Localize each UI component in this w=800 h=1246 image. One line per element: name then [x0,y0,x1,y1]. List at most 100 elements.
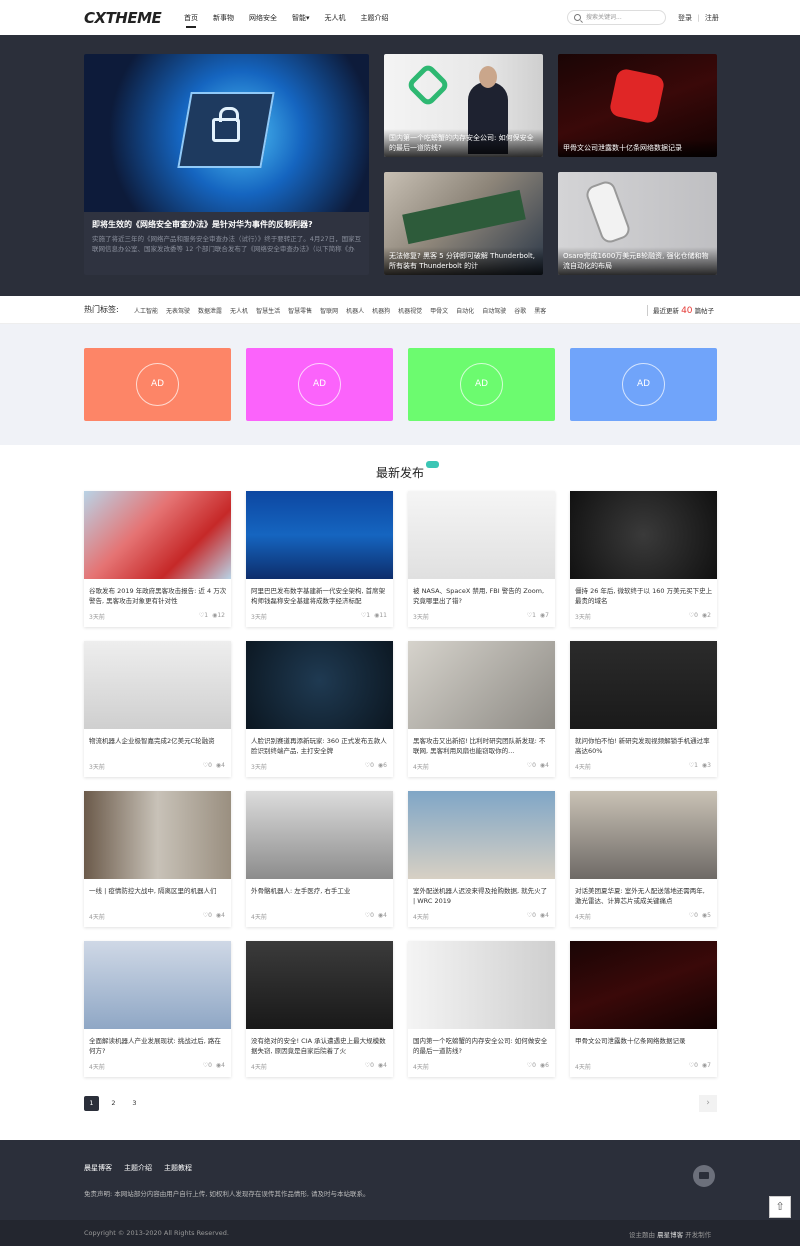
post-card[interactable]: 国内第一个吃螃蟹的内存安全公司: 如何做安全的最后一道防线? 4天前 ♡0 ◉6 [408,941,555,1077]
post-thumbnail[interactable] [408,641,555,729]
tag-item[interactable]: 黑客 [534,306,546,315]
tag-item[interactable]: 自动驾驶 [482,306,506,315]
tag-item[interactable]: 无表驾驶 [166,306,190,315]
post-title[interactable]: 人脸识别赛道再添新玩家: 360 正式发布五款人脸识别终端产品, 主打安全牌 [251,736,389,756]
post-title[interactable]: 甲骨文公司泄露数十亿条网络数据记录 [575,1036,713,1046]
post-title[interactable]: 一线 | 疫情防控大战中, 隔离区里的机器人们 [89,886,227,896]
tag-item[interactable]: 人工智能 [134,306,158,315]
post-title[interactable]: 外骨骼机器人: 左手医疗, 右手工业 [251,886,389,896]
nav-smart[interactable]: 智能▾ [292,13,310,23]
post-title[interactable]: 没有绝对的安全! CIA 承认遭遇史上最大规模数据失窃, 原因竟是自家后院着了火 [251,1036,389,1056]
post-title[interactable]: 全面解读机器人产业发展现状: 挑战过后, 路在何方? [89,1036,227,1056]
hero-card-2[interactable]: 甲骨文公司泄露数十亿条网络数据记录 [558,54,717,157]
tag-item[interactable]: 甲骨文 [430,306,448,315]
nav-new-things[interactable]: 新事物 [213,13,234,23]
post-card[interactable]: 一线 | 疫情防控大战中, 隔离区里的机器人们 4天前 ♡0 ◉4 [84,791,231,927]
site-logo[interactable]: CXTHEME [84,9,162,27]
post-thumbnail[interactable] [84,941,231,1029]
post-thumbnail[interactable] [570,491,717,579]
post-card[interactable]: 僵持 26 年后, 微软终于以 160 万美元买下史上最贵的域名 3天前 ♡0 ◉2 [570,491,717,627]
post-card[interactable]: 人脸识别赛道再添新玩家: 360 正式发布五款人脸识别终端产品, 主打安全牌 3天… [246,641,393,777]
post-thumbnail[interactable] [408,791,555,879]
ad-banner-3[interactable]: AD [408,348,555,421]
post-likes: 0 [694,912,698,919]
ad-banner-2[interactable]: AD [246,348,393,421]
nav-drone[interactable]: 无人机 [325,13,346,23]
hero-card-3-title[interactable]: 无法修复? 黑客 5 分钟即可破解 Thunderbolt, 所有装有 Thun… [384,247,543,275]
search-input[interactable]: 搜索关键词... [567,10,666,25]
post-title[interactable]: 对话美团夏华夏: 室外无人配送落地还需两年, 激光雷达、计算芯片或成关键痛点 [575,886,713,906]
post-thumbnail[interactable] [246,791,393,879]
post-title[interactable]: 被 NASA、SpaceX 禁用, FBI 警告的 Zoom, 究竟哪里出了错? [413,586,551,606]
tag-item[interactable]: 谷歌 [514,306,526,315]
hero-card-1-title[interactable]: 国内第一个吃螃蟹的内存安全公司: 如何保安全的最后一道防线? [384,129,543,157]
hero-main-card[interactable]: 即将生效的《网络安全审查办法》是针对华为事件的反制利器? 实施了将近三年的《网络… [84,54,369,275]
post-card[interactable]: 被 NASA、SpaceX 禁用, FBI 警告的 Zoom, 究竟哪里出了错?… [408,491,555,627]
post-thumbnail[interactable] [408,941,555,1029]
back-to-top-button[interactable]: ⇧ [769,1196,791,1218]
footer-link-intro[interactable]: 主题介绍 [124,1163,152,1173]
hero-main-title[interactable]: 即将生效的《网络安全审查办法》是针对华为事件的反制利器? [92,219,313,230]
post-card[interactable]: 没有绝对的安全! CIA 承认遭遇史上最大规模数据失窃, 原因竟是自家后院着了火… [246,941,393,1077]
post-thumbnail[interactable] [570,941,717,1029]
post-thumbnail[interactable] [246,491,393,579]
tag-item[interactable]: 智慧生活 [256,306,280,315]
hero-card-2-title[interactable]: 甲骨文公司泄露数十亿条网络数据记录 [558,139,717,157]
tag-item[interactable]: 机器视觉 [398,306,422,315]
hero-card-4[interactable]: Osaro完成1600万美元B轮融资, 强化仓储和物流自动化的布局 [558,172,717,275]
tag-item[interactable]: 机器人 [346,306,364,315]
tag-item[interactable]: 无人机 [230,306,248,315]
register-link[interactable]: 注册 [705,14,719,22]
post-thumbnail[interactable] [246,641,393,729]
post-thumbnail[interactable] [246,941,393,1029]
page-2-button[interactable]: 2 [106,1096,121,1111]
tag-item[interactable]: 自动化 [456,306,474,315]
nav-security[interactable]: 网络安全 [249,13,277,23]
post-card[interactable]: 室外配送机器人迟没来得及抢购数据, 就先火了 | WRC 2019 4天前 ♡0 ◉4 [408,791,555,927]
post-title[interactable]: 国内第一个吃螃蟹的内存安全公司: 如何做安全的最后一道防线? [413,1036,551,1056]
tag-item[interactable]: 智慧零售 [288,306,312,315]
post-title[interactable]: 僵持 26 年后, 微软终于以 160 万美元买下史上最贵的域名 [575,586,713,606]
post-title[interactable]: 谷歌发布 2019 年政府黑客攻击报告: 近 4 万次警告, 黑客攻击对象更有针… [89,586,227,606]
footer-link-tutorial[interactable]: 主题教程 [164,1163,192,1173]
post-thumbnail[interactable] [570,791,717,879]
post-card[interactable]: 阿里巴巴发布数字基建新一代安全架构, 首席架构师钱磊称安全基建将成数字经济标配 3… [246,491,393,627]
mail-icon[interactable] [693,1165,715,1187]
powered-link[interactable]: 晨星博客 [657,1231,683,1239]
post-card[interactable]: 外骨骼机器人: 左手医疗, 右手工业 4天前 ♡0 ◉4 [246,791,393,927]
hero-card-4-title[interactable]: Osaro完成1600万美元B轮融资, 强化仓储和物流自动化的布局 [558,247,717,275]
post-title[interactable]: 室外配送机器人迟没来得及抢购数据, 就先火了 | WRC 2019 [413,886,551,906]
post-title[interactable]: 物流机器人企业极智嘉完成2亿美元C轮融资 [89,736,227,746]
post-thumbnail[interactable] [84,491,231,579]
post-likes: 0 [370,762,374,769]
post-date: 4天前 [251,914,267,921]
ad-banner-4[interactable]: AD [570,348,717,421]
next-page-button[interactable]: › [699,1095,717,1112]
tag-item[interactable]: 机器狗 [372,306,390,315]
nav-home[interactable]: 首页 [184,13,198,28]
post-thumbnail[interactable] [570,641,717,729]
footer-link-blog[interactable]: 晨星博客 [84,1163,112,1173]
post-title[interactable]: 黑客攻击又出新招! 比利时研究团队新发现: 不联网, 黑客利用风扇也能窃取你的.… [413,736,551,756]
post-title[interactable]: 阿里巴巴发布数字基建新一代安全架构, 首席架构师钱磊称安全基建将成数字经济标配 [251,586,389,606]
post-card[interactable]: 甲骨文公司泄露数十亿条网络数据记录 4天前 ♡0 ◉7 [570,941,717,1077]
post-card[interactable]: 对话美团夏华夏: 室外无人配送落地还需两年, 激光雷达、计算芯片或成关键痛点 4天… [570,791,717,927]
hero-card-1[interactable]: 国内第一个吃螃蟹的内存安全公司: 如何保安全的最后一道防线? [384,54,543,157]
post-card[interactable]: 谷歌发布 2019 年政府黑客攻击报告: 近 4 万次警告, 黑客攻击对象更有针… [84,491,231,627]
login-link[interactable]: 登录 [678,14,692,22]
post-card[interactable]: 黑客攻击又出新招! 比利时研究团队新发现: 不联网, 黑客利用风扇也能窃取你的.… [408,641,555,777]
ad-banner-1[interactable]: AD [84,348,231,421]
post-card[interactable]: 全面解读机器人产业发展现状: 挑战过后, 路在何方? 4天前 ♡0 ◉4 [84,941,231,1077]
post-title[interactable]: 就问你怕不怕! 新研究发现视频解锁手机通过率高达60% [575,736,713,756]
post-thumbnail[interactable] [84,641,231,729]
tag-item[interactable]: 智联网 [320,306,338,315]
nav-theme-intro[interactable]: 主题介绍 [361,13,389,23]
post-card[interactable]: 物流机器人企业极智嘉完成2亿美元C轮融资 3天前 ♡0 ◉4 [84,641,231,777]
hero-card-3[interactable]: 无法修复? 黑客 5 分钟即可破解 Thunderbolt, 所有装有 Thun… [384,172,543,275]
page-1-button[interactable]: 1 [84,1096,99,1111]
tag-item[interactable]: 数据泄露 [198,306,222,315]
post-card[interactable]: 就问你怕不怕! 新研究发现视频解锁手机通过率高达60% 4天前 ♡1 ◉3 [570,641,717,777]
post-thumbnail[interactable] [408,491,555,579]
post-thumbnail[interactable] [84,791,231,879]
page-3-button[interactable]: 3 [127,1096,142,1111]
